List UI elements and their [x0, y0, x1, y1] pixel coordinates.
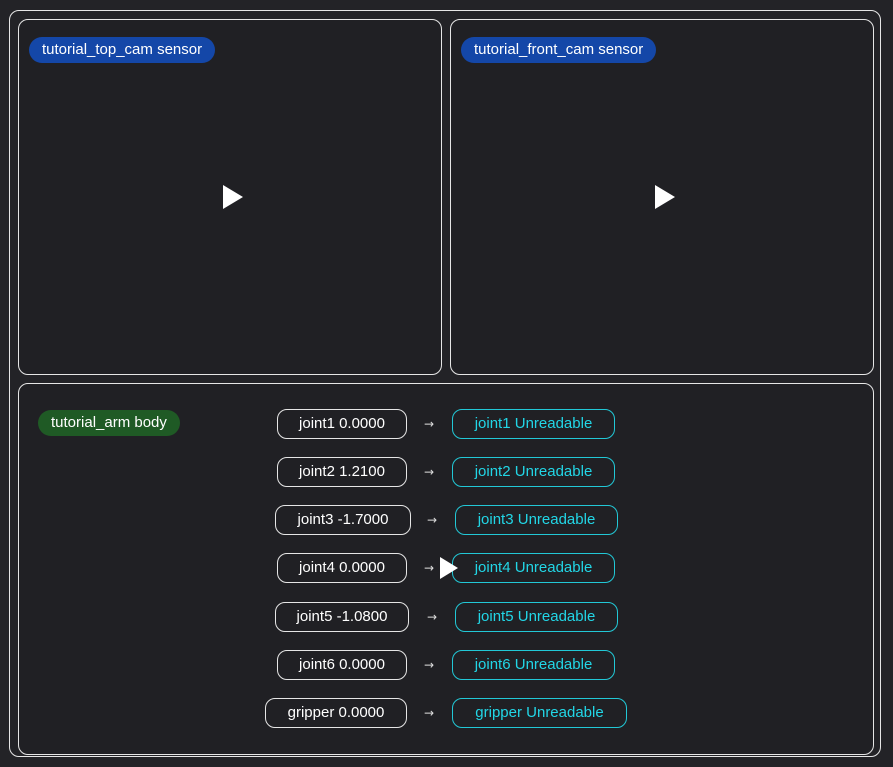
arrow-icon: →	[424, 465, 435, 479]
joint-source-pill: joint2 1.2100	[277, 457, 407, 487]
joint-target-pill: joint5 Unreadable	[455, 602, 618, 632]
joint-source-pill: joint1 0.0000	[277, 409, 407, 439]
joint-target-pill: joint4 Unreadable	[452, 553, 615, 583]
joint-target-pill: joint2 Unreadable	[452, 457, 615, 487]
arrow-icon: →	[424, 658, 435, 672]
joint-source-pill: joint6 0.0000	[277, 650, 407, 680]
arrow-icon: →	[424, 706, 435, 720]
arm-body-panel: tutorial_arm body joint1 0.0000 → joint1…	[18, 383, 874, 755]
joint-target-pill: joint3 Unreadable	[455, 505, 618, 535]
top-cam-panel[interactable]: tutorial_top_cam sensor	[18, 19, 442, 375]
arrow-icon: →	[427, 610, 438, 624]
arm-body-badge: tutorial_arm body	[38, 410, 180, 436]
play-icon[interactable]	[223, 185, 243, 209]
arrow-icon: →	[424, 417, 435, 431]
arrow-icon: →	[424, 561, 435, 575]
gripper-target-pill: gripper Unreadable	[452, 698, 627, 728]
play-icon[interactable]	[440, 557, 458, 579]
joint-source-pill: joint4 0.0000	[277, 553, 407, 583]
joint-source-pill: joint5 -1.0800	[275, 602, 409, 632]
joint-target-pill: joint6 Unreadable	[452, 650, 615, 680]
joint-source-pill: joint3 -1.7000	[275, 505, 411, 535]
arrow-icon: →	[427, 513, 438, 527]
gripper-source-pill: gripper 0.0000	[265, 698, 407, 728]
play-icon[interactable]	[655, 185, 675, 209]
joint-target-pill: joint1 Unreadable	[452, 409, 615, 439]
top-cam-sensor-badge: tutorial_top_cam sensor	[29, 37, 216, 63]
front-cam-panel[interactable]: tutorial_front_cam sensor	[450, 19, 874, 375]
front-cam-sensor-badge: tutorial_front_cam sensor	[461, 37, 657, 63]
